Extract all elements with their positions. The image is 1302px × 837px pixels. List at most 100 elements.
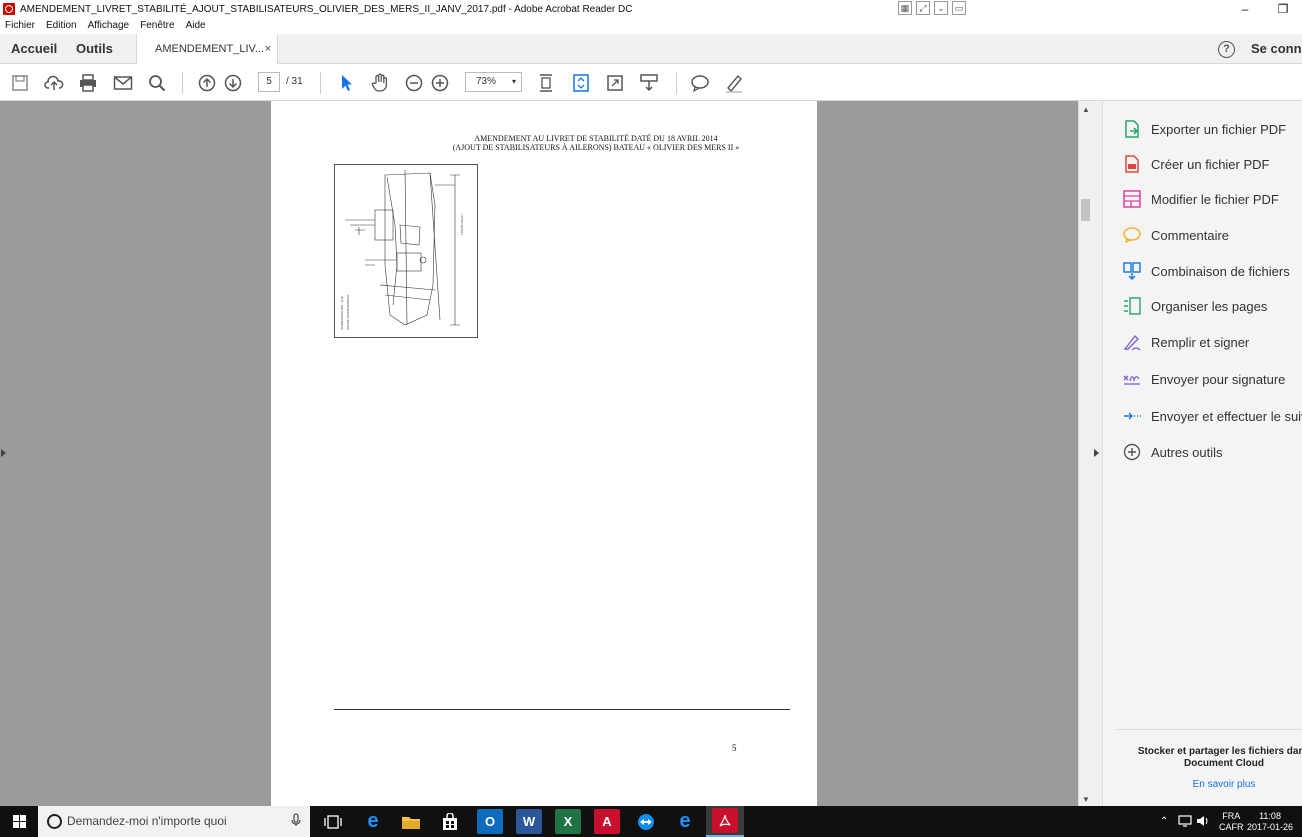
chevron-down-icon: ▾	[511, 77, 516, 86]
scroll-down-icon[interactable]: ▼	[1082, 795, 1090, 804]
tool-organize-pages[interactable]: Organiser les pages	[1123, 296, 1267, 316]
menu-aide[interactable]: Aide	[186, 18, 206, 34]
windows-logo-icon	[12, 815, 26, 828]
right-pane-toggle-icon[interactable]	[1094, 449, 1099, 457]
right-pane-toggle[interactable]	[1092, 101, 1102, 806]
scroll-thumb[interactable]	[1081, 199, 1090, 221]
document-viewport[interactable]: AMENDEMENT AU LIVRET DE STABILITÉ DATÉ D…	[0, 101, 1078, 806]
previous-page-icon[interactable]	[196, 72, 218, 94]
edge-browser-icon-2[interactable]: e	[672, 809, 698, 834]
rotate-view-icon[interactable]	[570, 72, 592, 94]
word-icon[interactable]: W	[516, 809, 542, 834]
cortana-search-box[interactable]: Demandez-moi n'importe quoi	[38, 806, 310, 837]
tool-label: Commentaire	[1151, 227, 1230, 243]
taskbar: Demandez-moi n'importe quoi e O W X A e …	[0, 806, 1302, 837]
cloud-promo-line2: Document Cloud	[1184, 758, 1264, 769]
acrobat-taskbar-item[interactable]	[706, 806, 744, 837]
vertical-scrollbar[interactable]: ▲ ▼	[1078, 101, 1092, 806]
signin-link[interactable]: Se connecter	[1251, 34, 1302, 64]
tool-label: Modifier le fichier PDF	[1151, 191, 1279, 207]
volume-icon[interactable]	[1196, 815, 1210, 830]
microphone-icon[interactable]	[291, 813, 301, 830]
monitor-icon[interactable]: ▭	[952, 1, 966, 15]
tool-create-pdf[interactable]: Créer un fichier PDF	[1123, 154, 1269, 174]
create-pdf-icon	[1123, 155, 1141, 173]
menu-affichage[interactable]: Affichage	[88, 18, 130, 34]
pane-divider	[1115, 729, 1302, 730]
tab-document-label: AMENDEMENT_LIV...	[155, 43, 265, 55]
grid-icon[interactable]: ▦	[898, 1, 912, 15]
tab-document[interactable]: AMENDEMENT_LIV... ×	[136, 34, 278, 65]
toolbar-divider	[676, 72, 677, 94]
window-controls: – ❐	[1226, 0, 1302, 18]
export-pdf-icon	[1123, 120, 1141, 138]
highlighter-icon[interactable]	[723, 72, 745, 94]
tool-export-pdf[interactable]: Exporter un fichier PDF	[1123, 119, 1286, 139]
comment-bubble-icon[interactable]	[689, 72, 711, 94]
zoom-out-icon[interactable]	[403, 72, 425, 94]
clock-date: 2017-01-26	[1247, 822, 1294, 832]
next-page-icon[interactable]	[222, 72, 244, 94]
tool-label: Combinaison de fichiers	[1151, 263, 1290, 279]
zoom-select[interactable]: 73% ▾	[465, 72, 522, 92]
excel-icon[interactable]: X	[555, 809, 581, 834]
hand-tool-icon[interactable]	[369, 72, 391, 94]
fit-page-icon[interactable]	[535, 72, 557, 94]
tool-combine-files[interactable]: Combinaison de fichiers	[1123, 261, 1290, 281]
menu-fenetre[interactable]: Fenêtre	[140, 18, 174, 34]
input-language[interactable]: FRA CAFR	[1219, 811, 1244, 833]
search-icon[interactable]	[146, 72, 168, 94]
clock[interactable]: 11:08 2017-01-26	[1247, 811, 1293, 833]
toolbar-divider	[182, 72, 183, 94]
zoom-value: 73%	[476, 76, 497, 87]
cloud-upload-icon[interactable]	[43, 72, 65, 94]
network-icon[interactable]	[1178, 815, 1192, 830]
chevron-down-icon[interactable]: ⌄	[934, 1, 948, 15]
start-button[interactable]	[0, 806, 38, 837]
file-explorer-icon[interactable]	[398, 809, 424, 834]
teamviewer-icon[interactable]	[633, 809, 659, 834]
tab-home[interactable]: Accueil	[11, 34, 57, 64]
select-cursor-icon[interactable]	[335, 72, 357, 94]
cloud-promo-line1: Stocker et partager les fichiers dans	[1137, 746, 1302, 757]
minimize-button[interactable]: –	[1226, 0, 1264, 18]
send-track-icon	[1123, 407, 1141, 425]
tool-comment[interactable]: Commentaire	[1123, 225, 1229, 245]
menu-fichier[interactable]: Fichier	[5, 18, 35, 34]
menu-edition[interactable]: Edition	[46, 18, 77, 34]
toolbar: 5 / 31 73% ▾	[0, 64, 1302, 101]
print-icon[interactable]	[77, 72, 99, 94]
window-title: AMENDEMENT_LIVRET_STABILITÉ_AJOUT_STABIL…	[20, 3, 633, 15]
scroll-mode-icon[interactable]	[638, 72, 660, 94]
fullscreen-icon[interactable]: ⤢	[916, 1, 930, 15]
tab-tools[interactable]: Outils	[76, 34, 113, 64]
learn-more-link[interactable]: En savoir plus	[1117, 779, 1302, 790]
send-signature-icon	[1123, 370, 1141, 388]
scroll-up-icon[interactable]: ▲	[1082, 105, 1090, 114]
edge-browser-icon[interactable]: e	[360, 809, 386, 834]
tool-fill-sign[interactable]: Remplir et signer	[1123, 332, 1249, 352]
tool-send-track[interactable]: Envoyer et effectuer le suivi	[1123, 406, 1302, 426]
zoom-in-icon[interactable]	[429, 72, 451, 94]
tool-label: Autres outils	[1151, 444, 1223, 460]
show-hidden-icons[interactable]: ⌃	[1160, 816, 1168, 827]
cortana-icon	[47, 814, 62, 829]
tool-more-tools[interactable]: Autres outils	[1123, 442, 1223, 462]
store-icon[interactable]	[437, 809, 463, 834]
task-view-icon[interactable]	[320, 809, 346, 834]
more-tools-icon	[1123, 443, 1141, 461]
autocad-icon[interactable]: A	[594, 809, 620, 834]
save-icon[interactable]	[9, 72, 31, 94]
fullscreen-mode-icon[interactable]	[604, 72, 626, 94]
tool-send-signature[interactable]: Envoyer pour signature	[1123, 369, 1285, 389]
restore-button[interactable]: ❐	[1264, 0, 1302, 18]
left-panel-toggle-icon[interactable]	[1, 449, 6, 457]
page-number-input[interactable]: 5	[258, 72, 280, 92]
svg-text:STABILISATEURS - VUE: STABILISATEURS - VUE	[340, 296, 344, 330]
tool-edit-pdf[interactable]: Modifier le fichier PDF	[1123, 189, 1279, 209]
email-icon[interactable]	[112, 72, 134, 94]
help-icon[interactable]: ?	[1218, 41, 1235, 58]
close-tab-button[interactable]: ×	[265, 34, 271, 64]
outlook-icon[interactable]: O	[477, 809, 503, 834]
organize-pages-icon	[1123, 297, 1141, 315]
